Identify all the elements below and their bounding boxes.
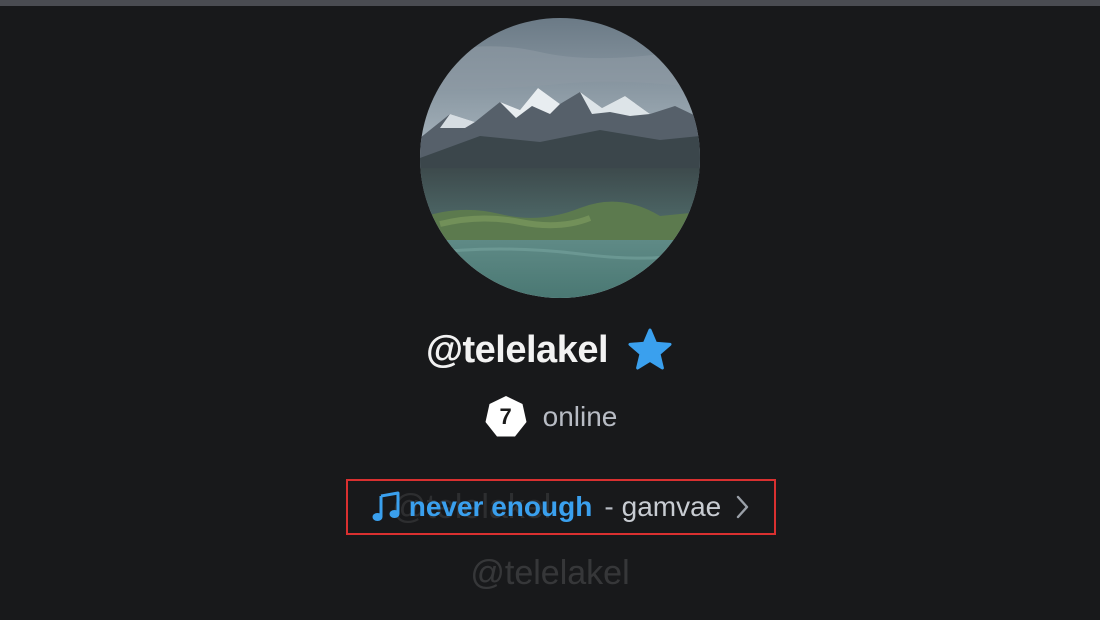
now-playing-music-button[interactable]: never enough - gamvae xyxy=(346,479,776,535)
online-count: 7 xyxy=(499,404,512,429)
song-artist-separator: - xyxy=(604,491,614,522)
profile-avatar[interactable] xyxy=(420,18,700,298)
online-label: online xyxy=(542,401,618,432)
song-artist: gamvae xyxy=(621,491,722,522)
avatar-mountain-image xyxy=(420,18,700,298)
watermark-text: @telelakel xyxy=(470,554,630,592)
profile-name-row: @telelakel xyxy=(0,322,1100,378)
online-count-badge: 7 xyxy=(483,394,529,440)
star-icon[interactable] xyxy=(626,326,674,374)
song-title[interactable]: never enough xyxy=(409,491,593,523)
music-note-icon xyxy=(371,491,401,523)
online-status-row: 7 online xyxy=(0,394,1100,440)
profile-panel: @telelakel 7 online @telelakel never eno… xyxy=(0,0,1100,620)
profile-username: @telelakel xyxy=(425,328,609,371)
chevron-right-icon xyxy=(729,494,751,520)
